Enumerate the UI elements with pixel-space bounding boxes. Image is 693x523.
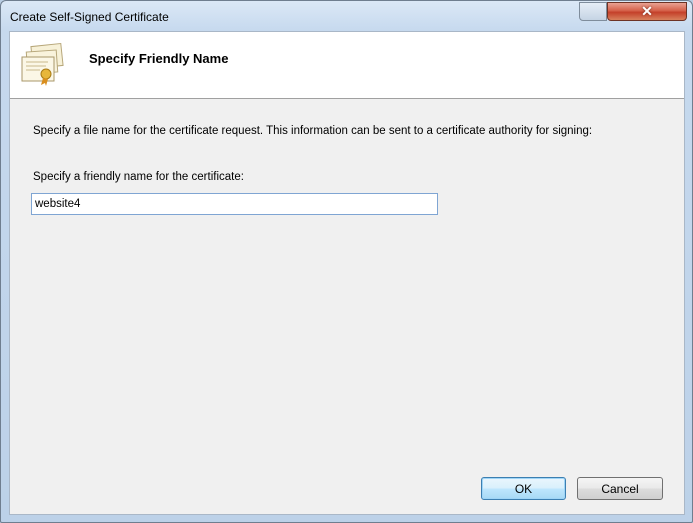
close-button[interactable]: ✕ bbox=[579, 2, 687, 21]
description-text: Specify a file name for the certificate … bbox=[33, 125, 593, 137]
dialog-window: Create Self-Signed Certificate ✕ Specify… bbox=[0, 0, 693, 523]
dialog-body: Specify Friendly Name Specify a file nam… bbox=[9, 31, 685, 515]
friendly-name-label: Specify a friendly name for the certific… bbox=[33, 171, 244, 183]
certificate-icon bbox=[21, 42, 64, 86]
wizard-header: Specify Friendly Name bbox=[10, 32, 684, 99]
page-title: Specify Friendly Name bbox=[89, 51, 229, 66]
friendly-name-input[interactable] bbox=[31, 193, 438, 215]
window-title: Create Self-Signed Certificate bbox=[10, 10, 169, 24]
title-bar[interactable]: Create Self-Signed Certificate ✕ bbox=[1, 1, 692, 31]
cancel-button[interactable]: Cancel bbox=[577, 477, 663, 500]
close-icon: ✕ bbox=[641, 3, 653, 19]
ok-button[interactable]: OK bbox=[481, 477, 566, 500]
wizard-content: Specify a file name for the certificate … bbox=[10, 99, 684, 514]
